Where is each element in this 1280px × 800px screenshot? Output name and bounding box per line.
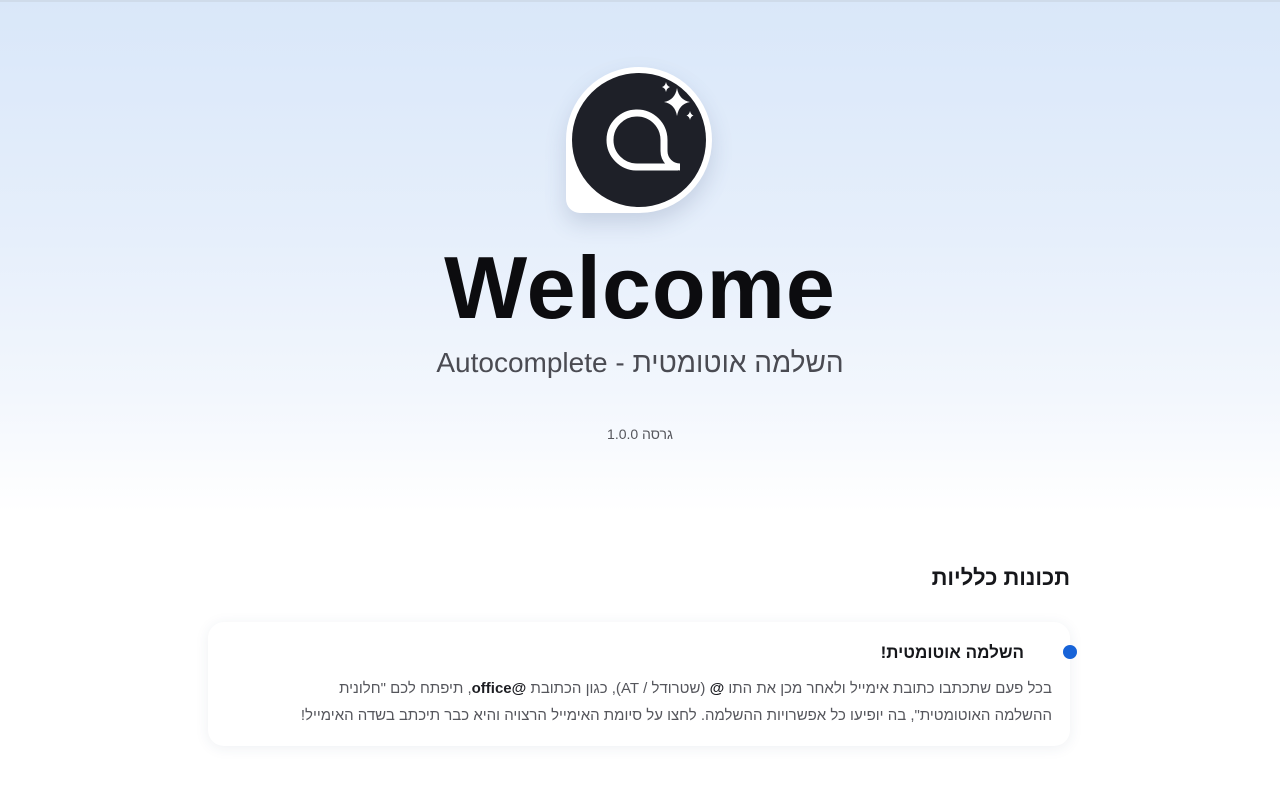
description-at-symbol: @	[709, 680, 725, 697]
top-divider	[0, 0, 1280, 2]
features-section-title: תכונות כלליות	[931, 565, 1070, 590]
at-sign-sparkle-icon	[572, 73, 706, 207]
page-subtitle: השלמה אוטומטית - Autocomplete	[436, 347, 844, 378]
description-part-2: (שטרודל / AT), כגון הכתובת	[526, 680, 710, 697]
feature-card-autocomplete: השלמה אוטומטית! בכל פעם שתכתבו כתובת אימ…	[208, 622, 1077, 746]
app-logo	[566, 67, 712, 213]
version-label: גרסה 1.0.0	[607, 426, 673, 442]
feature-bullet-dot	[1063, 645, 1077, 659]
feature-card-description: בכל פעם שתכתבו כתובת אימייל ולאחר מכן את…	[292, 675, 1052, 729]
page-title: Welcome	[444, 238, 836, 337]
description-office-domain: office@	[471, 680, 527, 697]
description-part-1: בכל פעם שתכתבו כתובת אימייל ולאחר מכן את…	[724, 680, 1052, 697]
feature-card-title: השלמה אוטומטית!	[880, 643, 1024, 662]
